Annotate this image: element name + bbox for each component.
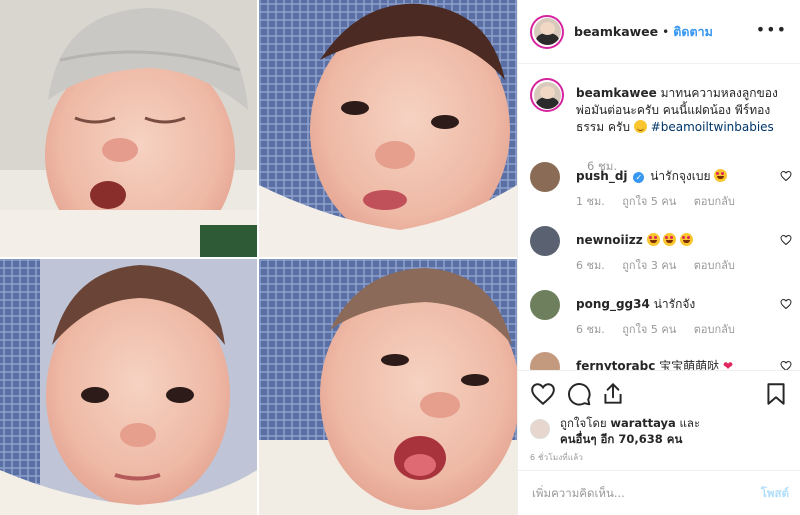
author-avatar[interactable]	[530, 14, 564, 49]
photo-bottom-right	[259, 259, 517, 515]
smiling-face-icon	[633, 120, 647, 133]
comment-likes[interactable]: ถูกใจ 5 คน	[622, 195, 676, 208]
comment-heart-icon[interactable]	[780, 298, 792, 310]
instagram-post: beamkawee • ติดตาม ••• beamkawee มาทนควา…	[0, 0, 800, 515]
comment-meta: 6 ชม. ถูกใจ 5 คน ตอบกลับ	[576, 320, 749, 338]
separator-dot: •	[662, 24, 670, 39]
comment-item: fernytorabc 宝宝萌萌哒 ❤	[530, 352, 792, 370]
comment-input[interactable]	[532, 481, 742, 505]
comment-likes[interactable]: ถูกใจ 5 คน	[622, 323, 676, 336]
comment-time[interactable]: 1 ชม.	[576, 195, 605, 208]
photo-top-right	[259, 0, 517, 257]
comment-meta: 1 ชม. ถูกใจ 5 คน ตอบกลับ	[576, 192, 749, 210]
commenter-avatar[interactable]	[530, 162, 560, 192]
verified-badge-icon: ✓	[633, 172, 645, 183]
commenter-username[interactable]: fernytorabc	[576, 359, 655, 370]
comment-body: 宝宝萌萌哒	[659, 359, 720, 370]
heart-eyes-emoji-icon	[680, 233, 694, 246]
caption-text: beamkawee มาทนความหลงลูกของพ่อมันต่อนะคร…	[576, 85, 791, 136]
more-options-icon[interactable]: •••	[756, 22, 787, 38]
post-details-panel: beamkawee • ติดตาม ••• beamkawee มาทนควา…	[517, 0, 800, 515]
photo-top-left	[0, 0, 257, 260]
post-actions: ถูกใจโดย warattaya และ คนอื่นๆ อีก 70,63…	[518, 370, 800, 470]
post-image[interactable]	[0, 0, 517, 515]
baby-photo-grid	[0, 0, 517, 515]
red-heart-emoji-icon: ❤	[723, 359, 734, 370]
liker-avatar[interactable]	[530, 419, 550, 439]
comments-list[interactable]: beamkawee มาทนความหลงลูกของพ่อมันต่อนะคร…	[518, 64, 800, 370]
comment-body: น่ารักจัง	[653, 297, 696, 311]
follow-button[interactable]: ติดตาม	[673, 22, 713, 42]
post-timestamp[interactable]: 6 ชั่วโมงที่แล้ว	[530, 451, 583, 464]
liked-by-prefix: ถูกใจโดย	[560, 416, 607, 430]
comment-meta: 6 ชม. ถูกใจ 3 คน ตอบกลับ	[576, 256, 749, 274]
commenter-username[interactable]: newnoiizz	[576, 233, 643, 247]
comment-text: push_dj ✓ น่ารักจุงเบย	[576, 168, 776, 184]
comment-time[interactable]: 6 ชม.	[576, 323, 605, 336]
post-header: beamkawee • ติดตาม •••	[518, 0, 800, 64]
comment-text: fernytorabc 宝宝萌萌哒 ❤	[576, 358, 776, 370]
reply-button[interactable]: ตอบกลับ	[694, 259, 735, 272]
likes-count-link[interactable]: คนอื่นๆ อีก 70,638 คน	[560, 432, 682, 446]
comment-text: pong_gg34 น่ารักจัง	[576, 296, 776, 312]
commenter-avatar[interactable]	[530, 290, 560, 320]
comment-text: newnoiizz	[576, 232, 776, 248]
comment-heart-icon[interactable]	[780, 360, 792, 370]
photo-bottom-left	[0, 259, 257, 515]
caption-author-avatar[interactable]	[530, 78, 564, 112]
comment-heart-icon[interactable]	[780, 170, 792, 182]
comment-icon[interactable]	[566, 381, 592, 407]
comment-item: newnoiizz 6 ชม. ถูกใจ 3 คน ตอบกลับ	[530, 226, 792, 286]
comment-item: push_dj ✓ น่ารักจุงเบย 1 ชม. ถูกใจ 5 คน …	[530, 162, 792, 222]
commenter-username[interactable]: pong_gg34	[576, 297, 650, 311]
commenter-username[interactable]: push_dj	[576, 169, 628, 183]
comment-heart-icon[interactable]	[780, 234, 792, 246]
commenter-avatar[interactable]	[530, 226, 560, 256]
author-username[interactable]: beamkawee	[574, 24, 658, 39]
add-comment-section: โพสต์	[518, 470, 800, 515]
comment-body: น่ารักจุงเบย	[650, 169, 711, 183]
reply-button[interactable]: ตอบกลับ	[694, 195, 735, 208]
caption-hashtag[interactable]: #beamoiltwinbabies	[651, 120, 774, 134]
share-icon[interactable]	[600, 381, 626, 407]
heart-eyes-emoji-icon	[663, 233, 677, 246]
caption-username[interactable]: beamkawee	[576, 86, 657, 100]
comment-time[interactable]: 6 ชม.	[576, 259, 605, 272]
reply-button[interactable]: ตอบกลับ	[694, 323, 735, 336]
heart-icon[interactable]	[530, 381, 556, 407]
heart-eyes-emoji-icon	[646, 233, 660, 246]
comment-item: pong_gg34 น่ารักจัง 6 ชม. ถูกใจ 5 คน ตอบ…	[530, 290, 792, 350]
heart-eyes-emoji-icon	[714, 169, 728, 182]
liked-by-and: และ	[679, 416, 701, 430]
bookmark-icon[interactable]	[763, 381, 789, 407]
commenter-avatar[interactable]	[530, 352, 560, 370]
liked-by-text: ถูกใจโดย warattaya และ คนอื่นๆ อีก 70,63…	[560, 415, 700, 447]
post-comment-button[interactable]: โพสต์	[761, 485, 789, 503]
liker-username[interactable]: warattaya	[610, 416, 675, 430]
comment-likes[interactable]: ถูกใจ 3 คน	[622, 259, 676, 272]
